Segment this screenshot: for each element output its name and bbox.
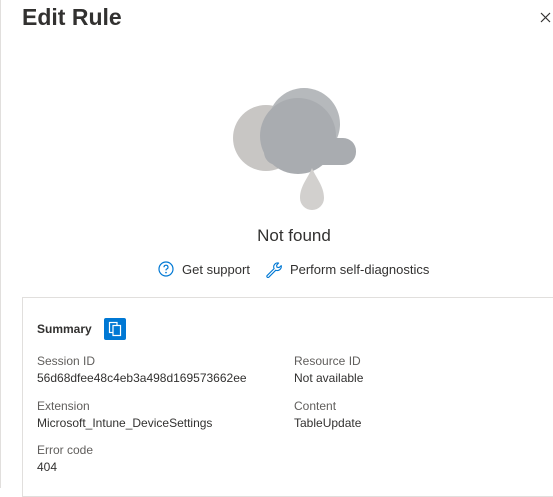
summary-card: Summary Session ID 56d68dfee48c4eb3a498d… [22, 297, 553, 497]
error-code-field: Error code 404 [37, 442, 93, 476]
resource-id-field: Resource ID Not available [294, 353, 363, 387]
resource-id-value: Not available [294, 371, 364, 385]
session-id-value: 56d68dfee48c4eb3a498d169573662ee [37, 371, 247, 385]
copy-icon [108, 321, 121, 337]
summary-header: Summary [37, 318, 126, 340]
get-support-label: Get support [182, 261, 250, 277]
session-id-label: Session ID [37, 354, 96, 368]
extension-field: Extension Microsoft_Intune_DeviceSetting… [37, 398, 212, 432]
question-circle-icon [158, 261, 174, 277]
error-code-label: Error code [37, 443, 94, 457]
self-diagnostics-link[interactable]: Perform self-diagnostics [264, 260, 429, 278]
summary-heading: Summary [37, 322, 92, 336]
extension-value: Microsoft_Intune_DeviceSettings [37, 416, 213, 430]
close-icon [540, 12, 551, 23]
error-actions: Get support Perform self-diagnostics [158, 260, 429, 278]
content-field: Content TableUpdate [294, 398, 361, 432]
session-id-field: Session ID 56d68dfee48c4eb3a498d16957366… [37, 353, 247, 387]
wrench-icon [266, 262, 282, 278]
extension-label: Extension [37, 399, 90, 413]
content-label: Content [294, 399, 337, 413]
error-status: Not found [257, 226, 331, 245]
get-support-link[interactable]: Get support [158, 261, 250, 277]
page-title: Edit Rule [22, 4, 122, 30]
close-button[interactable] [538, 8, 553, 26]
rain-cloud-icon [233, 88, 356, 210]
self-diagnostics-label: Perform self-diagnostics [289, 261, 430, 277]
resource-id-label: Resource ID [294, 354, 361, 368]
copy-summary-button[interactable] [103, 318, 126, 340]
error-code-value: 404 [37, 460, 58, 474]
content-value: TableUpdate [294, 416, 362, 430]
